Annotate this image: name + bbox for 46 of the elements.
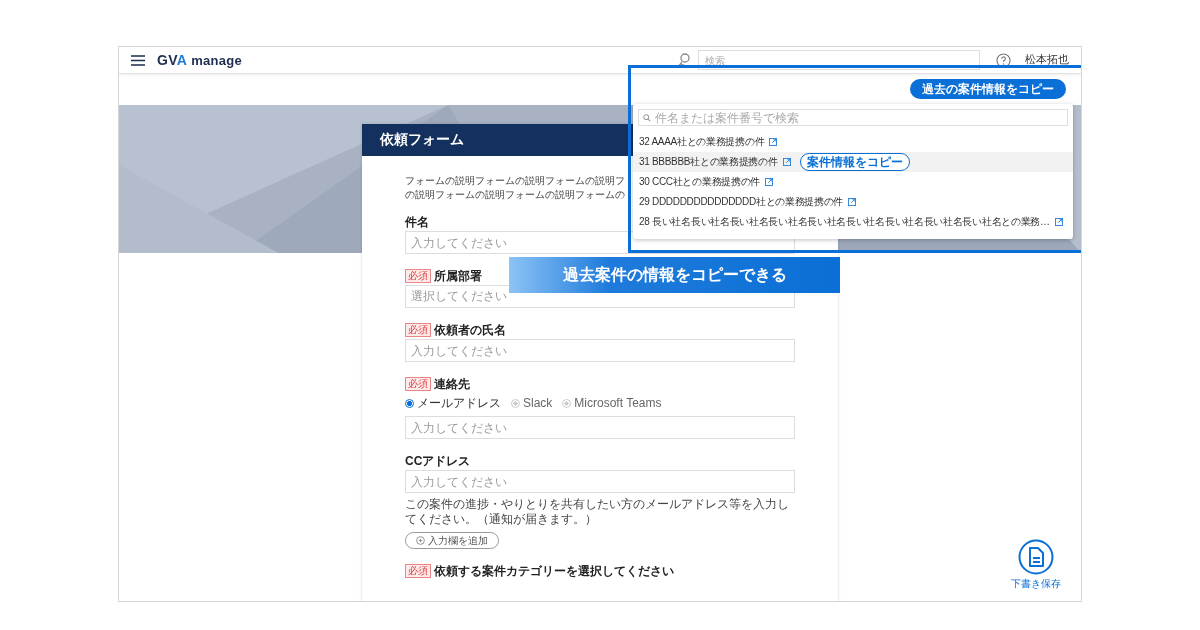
input-field[interactable]: 入力してください [405,339,795,362]
case-list-item[interactable]: 28 長い社名長い社名長い社名長い社名長い社名長い社名長い社名長い社名長い社名との業務… [633,212,1073,232]
search-icon [643,113,651,122]
external-link-icon[interactable] [1054,218,1063,226]
save-draft-button[interactable]: 下書き保存 [1011,539,1061,591]
person-search-icon[interactable] [676,52,692,68]
plus-circle-icon [416,536,425,545]
external-link-icon[interactable] [769,138,778,146]
required-badge: 必須 [405,323,431,337]
field-label: 連絡先 [434,375,470,393]
search-field[interactable]: 検索 [698,50,980,70]
popup-search-field[interactable]: 件名または案件番号で検索 [638,109,1068,126]
help-text: この案件の進捗・やりとりを共有したい方のメールアドレス等を入力してください。（通知が届きます。） [405,497,790,527]
field-label: CCアドレス [405,452,471,470]
form-description: フォームの説明フォームの説明フォームの説明フ [405,174,625,188]
required-badge: 必須 [405,377,431,391]
radio-option[interactable]: Microsoft Teams [562,396,662,410]
field-label: 所属部署 [434,267,482,285]
user-name[interactable]: 松本拓也 [1025,53,1069,67]
menu-icon[interactable] [131,54,145,66]
case-list-item[interactable]: 32 AAAA社との業務提携の件 [633,132,1073,152]
radio-option[interactable]: Slack [511,396,553,410]
field-label: 依頼する案件カテゴリーを選択してください [434,562,674,580]
document-icon [1018,539,1054,575]
required-badge: 必須 [405,269,431,283]
input-field[interactable]: 入力してください [405,470,795,493]
radio-option[interactable]: メールアドレス [405,394,501,412]
copy-case-button[interactable]: 案件情報をコピー [799,153,910,171]
input-field[interactable]: 入力してください [405,416,795,439]
field-label: 依頼者の氏名 [434,321,506,339]
radio-icon[interactable] [405,398,414,408]
banner-text: 過去案件の情報をコピーできる [562,264,787,285]
case-list-item[interactable]: 31 BBBBBB社との業務提携の件 案件情報をコピー [633,152,1073,172]
external-link-icon[interactable] [848,198,857,206]
form-title: 依頼フォーム [380,131,464,149]
case-list-item[interactable]: 30 CCC社との業務提携の件 [633,172,1073,192]
logo[interactable]: GVA manage [157,52,243,68]
case-list-item[interactable]: 29 DDDDDDDDDDDDDDD社との業務提携の件 [633,192,1073,212]
external-link-icon[interactable] [782,158,791,166]
help-icon[interactable] [996,52,1011,68]
add-field-button[interactable]: 入力欄を追加 [405,532,499,549]
copy-button[interactable]: 過去の案件情報をコピー [910,79,1066,99]
required-badge: 必須 [405,564,431,578]
field-label: 件名 [405,213,429,231]
form-description: の説明フォームの説明フォームの説明フォームの [405,188,625,202]
external-link-icon[interactable] [765,178,774,186]
